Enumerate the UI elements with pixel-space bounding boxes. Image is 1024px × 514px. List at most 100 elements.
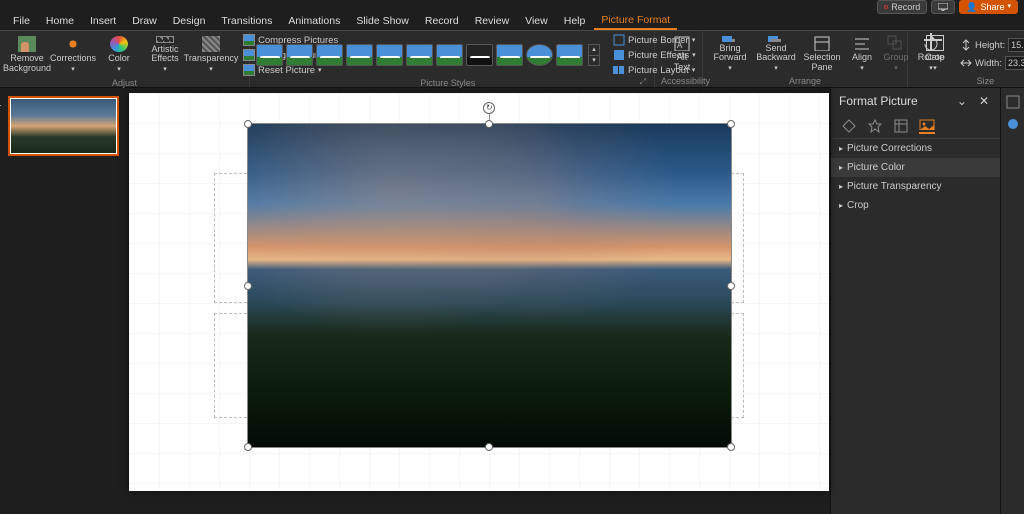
remove-bg-icon: [18, 36, 36, 52]
style-item[interactable]: [556, 44, 583, 66]
style-item[interactable]: [376, 44, 403, 66]
gallery-up[interactable]: ▴: [589, 45, 599, 55]
menu-picture-format[interactable]: Picture Format: [594, 12, 677, 30]
remove-background-button[interactable]: Remove Background: [6, 34, 48, 76]
thumb-number: 1: [0, 98, 2, 109]
resize-handle-br[interactable]: [727, 443, 735, 451]
resize-handle-tl[interactable]: [244, 120, 252, 128]
menu-animations[interactable]: Animations: [281, 13, 347, 29]
share-button[interactable]: 👤Share▾: [959, 0, 1018, 14]
alt-text-icon: A: [673, 35, 691, 51]
thumb-image: [11, 99, 116, 153]
style-item[interactable]: [496, 44, 523, 66]
format-picture-pane: Format Picture ⌄ ✕ ▸Picture Corrections …: [830, 88, 1000, 514]
present-icon: [938, 3, 948, 11]
style-item[interactable]: [436, 44, 463, 66]
picture-styles-gallery[interactable]: ▴ ▾: [256, 44, 600, 66]
artistic-icon: [156, 36, 174, 43]
menu-slideshow[interactable]: Slide Show: [349, 13, 416, 29]
border-icon: [613, 34, 625, 46]
right-rail: [1000, 88, 1024, 514]
menu-review[interactable]: Review: [468, 13, 516, 29]
gallery-more[interactable]: ▾: [589, 55, 599, 65]
send-backward-button[interactable]: Send Backward▾: [755, 33, 797, 75]
svg-text:A: A: [677, 41, 683, 50]
width-icon: [960, 57, 972, 69]
sun-icon: [64, 36, 82, 52]
resize-handle-r[interactable]: [727, 282, 735, 290]
menu-help[interactable]: Help: [557, 13, 593, 29]
pane-title: Format Picture: [839, 94, 918, 108]
style-item[interactable]: [346, 44, 373, 66]
ribbon: Remove Background Corrections▾ Color▾ Ar…: [0, 30, 1024, 88]
section-color[interactable]: ▸Picture Color: [831, 158, 1000, 177]
effects-icon: [613, 49, 625, 61]
align-icon: [853, 35, 871, 51]
bring-forward-button[interactable]: Bring Forward▾: [709, 33, 751, 75]
width-input[interactable]: [1005, 56, 1024, 70]
layout-icon: [613, 64, 625, 76]
height-input[interactable]: [1008, 38, 1024, 52]
group-icon: [887, 35, 905, 51]
menu-draw[interactable]: Draw: [125, 13, 164, 29]
height-icon: [960, 39, 972, 51]
resize-handle-t[interactable]: [485, 120, 493, 128]
height-label: Height:: [975, 40, 1005, 51]
tab-fill-icon[interactable]: [841, 118, 857, 134]
artistic-effects-button[interactable]: Artistic Effects▾: [144, 34, 186, 76]
tab-picture-icon[interactable]: [919, 118, 935, 134]
pane-close[interactable]: ✕: [976, 94, 992, 108]
style-item[interactable]: [316, 44, 343, 66]
section-corrections[interactable]: ▸Picture Corrections: [831, 139, 1000, 158]
group-label-arrange: Arrange: [709, 75, 901, 87]
transparency-icon: [202, 36, 220, 52]
slide-thumbnails: 1: [0, 88, 127, 514]
color-icon: [110, 36, 128, 52]
alt-text-button[interactable]: AAlt Text: [661, 33, 703, 75]
menu-file[interactable]: File: [6, 13, 37, 29]
transparency-button[interactable]: Transparency▾: [190, 34, 232, 76]
section-transparency[interactable]: ▸Picture Transparency: [831, 177, 1000, 196]
pane-dropdown[interactable]: ⌄: [954, 94, 970, 108]
menu-bar: File Home Insert Draw Design Transitions…: [0, 12, 1024, 30]
corrections-button[interactable]: Corrections▾: [52, 34, 94, 76]
align-button[interactable]: Align▾: [847, 33, 877, 75]
group-label-access: Accessibility: [661, 75, 696, 87]
section-crop[interactable]: ▸Crop: [831, 196, 1000, 215]
style-item[interactable]: [256, 44, 283, 66]
slide-canvas[interactable]: [127, 88, 830, 514]
resize-handle-bl[interactable]: [244, 443, 252, 451]
rail-item-2[interactable]: [1005, 116, 1021, 132]
menu-view[interactable]: View: [518, 13, 555, 29]
menu-insert[interactable]: Insert: [83, 13, 123, 29]
rotate-handle[interactable]: [483, 102, 495, 114]
menu-record[interactable]: Record: [418, 13, 466, 29]
style-item[interactable]: [526, 44, 553, 66]
tab-effects-icon[interactable]: [867, 118, 883, 134]
inserted-picture[interactable]: [247, 123, 732, 448]
menu-transitions[interactable]: Transitions: [214, 13, 279, 29]
rail-item-1[interactable]: [1005, 94, 1021, 110]
group-label-size: Size: [914, 75, 1024, 87]
crop-icon: [926, 35, 944, 51]
resize-handle-b[interactable]: [485, 443, 493, 451]
crop-button[interactable]: Crop▾: [914, 33, 956, 75]
tab-size-icon[interactable]: [893, 118, 909, 134]
style-item[interactable]: [286, 44, 313, 66]
thumbnail-1[interactable]: 1: [8, 96, 119, 156]
forward-icon: [721, 35, 739, 42]
record-button[interactable]: Record: [877, 0, 927, 14]
slide: [129, 93, 829, 491]
menu-design[interactable]: Design: [166, 13, 213, 29]
selpane-icon: [813, 35, 831, 51]
present-button[interactable]: [931, 0, 955, 14]
style-item[interactable]: [466, 44, 493, 66]
group-button: Group▾: [881, 33, 911, 75]
selection-pane-button[interactable]: Selection Pane: [801, 33, 843, 75]
resize-handle-l[interactable]: [244, 282, 252, 290]
menu-home[interactable]: Home: [39, 13, 81, 29]
color-button[interactable]: Color▾: [98, 34, 140, 76]
resize-handle-tr[interactable]: [727, 120, 735, 128]
style-item[interactable]: [406, 44, 433, 66]
backward-icon: [767, 35, 785, 42]
